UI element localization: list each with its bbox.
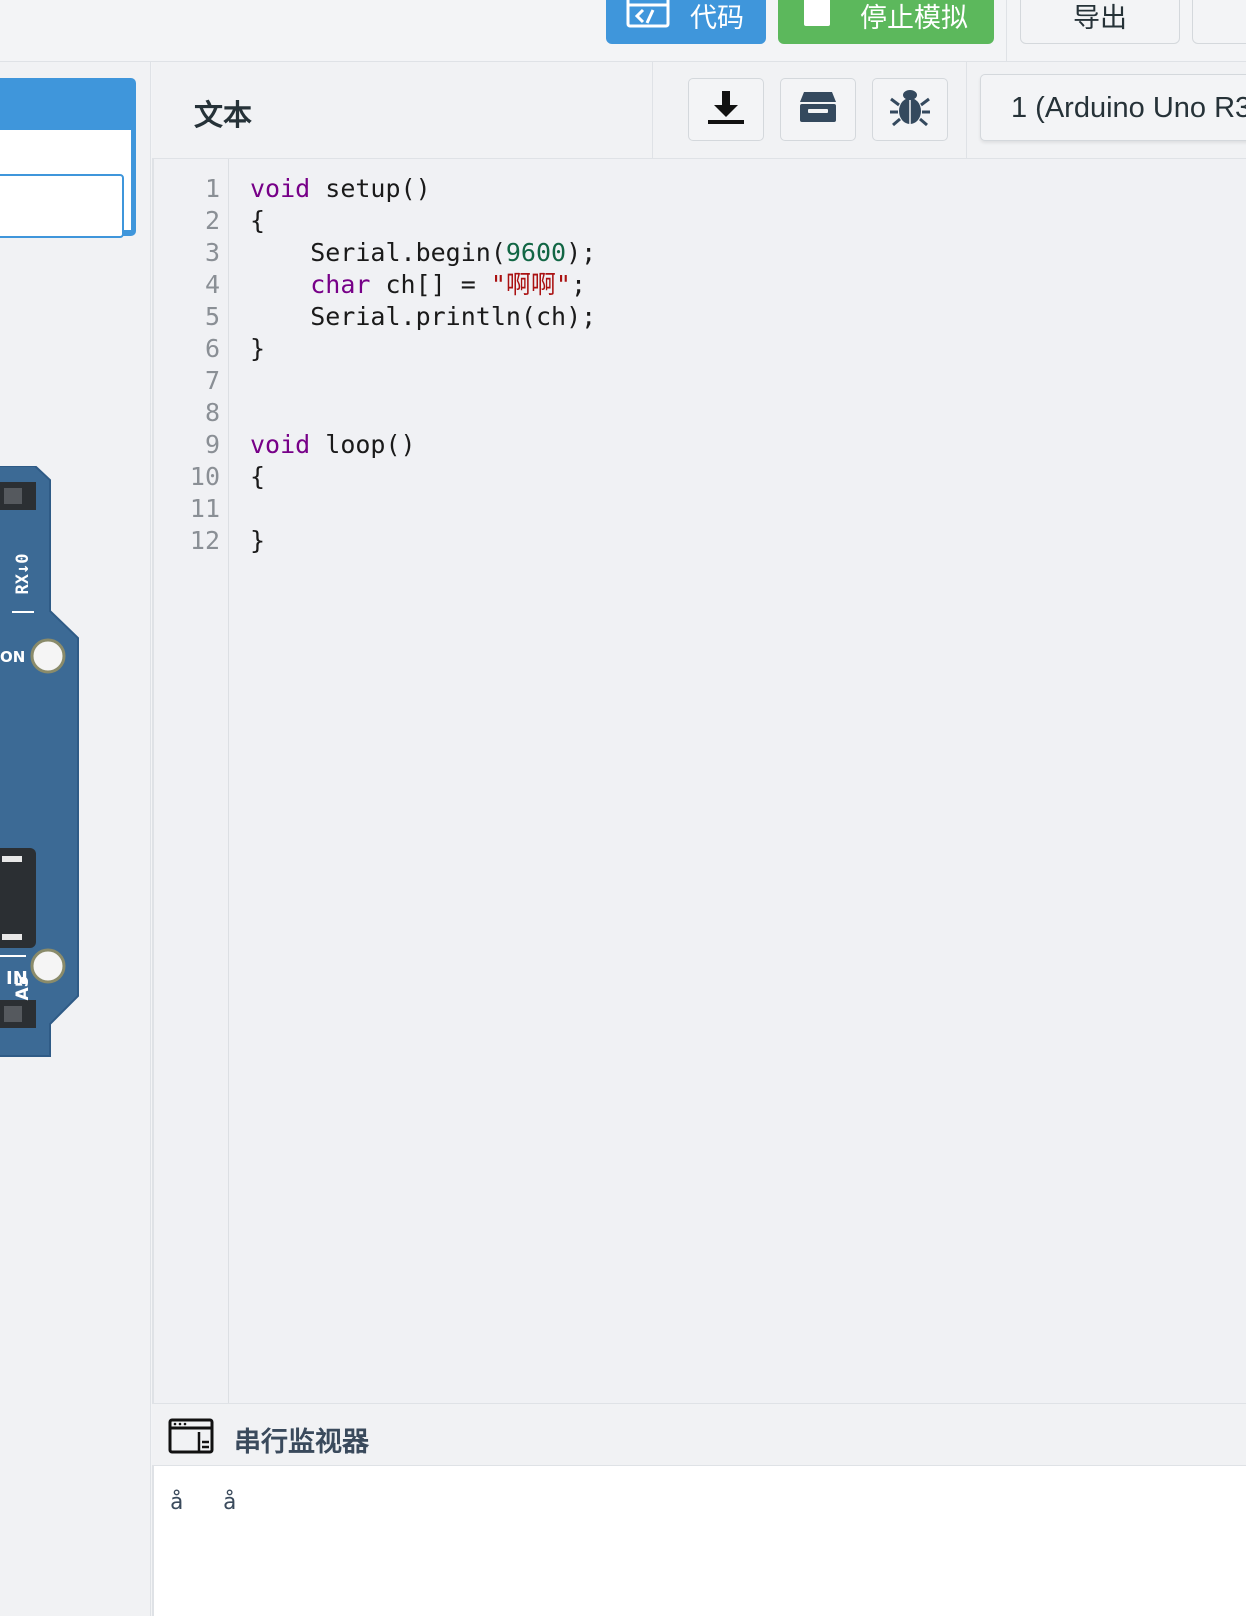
library-button[interactable]	[780, 78, 856, 141]
line-number: 1	[204, 174, 220, 203]
code-line: void setup()	[250, 174, 431, 203]
export-button-label: 导出	[1073, 2, 1127, 33]
code-line: char ch[] = "啊啊";	[310, 270, 587, 299]
on-label: ON	[0, 648, 25, 666]
serial-monitor-title: 串行监视器	[234, 1427, 369, 1457]
component-name-field[interactable]	[0, 174, 124, 238]
top-toolbar: 代码 停止模拟 导出	[0, 0, 1246, 62]
export-button[interactable]: 导出	[1020, 0, 1180, 44]
download-button[interactable]	[688, 78, 764, 141]
led-on	[30, 638, 66, 674]
code-button-label: 代码	[690, 2, 744, 33]
line-number: 10	[189, 462, 220, 491]
line-number: 2	[204, 206, 220, 235]
stop-simulation-label: 停止模拟	[860, 2, 968, 33]
download-icon	[706, 89, 746, 130]
code-line: void loop()	[250, 430, 416, 459]
device-select[interactable]: 1 (Arduino Uno R3)	[980, 74, 1246, 141]
component-card	[0, 78, 136, 238]
line-number: 11	[189, 494, 220, 523]
code-editor-header: 文本 1 (Arduino Uno R3)	[152, 62, 1246, 159]
code-line: Serial.begin(9600);	[250, 238, 597, 267]
line-number: 4	[204, 270, 220, 299]
stop-simulation-button[interactable]: 停止模拟	[778, 0, 994, 44]
code-text[interactable]: void setup() { Serial.begin(9600); char …	[250, 173, 596, 557]
arduino-board[interactable]: RX↓0 ON IN A5	[0, 466, 90, 1066]
archive-icon	[798, 90, 838, 129]
serial-output-text: å å	[170, 1490, 237, 1515]
code-line: }	[250, 334, 266, 363]
a5-label: A5	[13, 976, 33, 1001]
code-line: {	[250, 206, 266, 235]
circuit-panel: RX↓0 ON IN A5	[0, 62, 151, 1616]
code-editor[interactable]: 1 2 3 4 5 6 7 8 9 10 11 12 void setup() …	[152, 159, 1246, 1403]
editor-mode-label[interactable]: 文本	[194, 92, 252, 134]
code-line: }	[250, 526, 266, 555]
terminal-window-icon	[168, 1418, 214, 1459]
toolbar-divider	[1006, 0, 1007, 61]
line-number: 3	[204, 238, 220, 267]
debugger-button[interactable]	[872, 78, 948, 141]
share-button[interactable]	[1192, 0, 1246, 44]
code-line: Serial.println(ch);	[250, 302, 597, 331]
led-in	[30, 948, 66, 984]
code-button[interactable]: 代码	[606, 0, 766, 44]
line-number: 5	[204, 302, 220, 331]
serial-monitor-output: å å	[152, 1466, 1246, 1616]
line-number: 7	[204, 366, 220, 395]
code-icon	[626, 0, 670, 35]
line-number: 6	[204, 334, 220, 363]
serial-monitor-header[interactable]: 串行监视器	[152, 1403, 1246, 1466]
bug-icon	[890, 87, 930, 132]
line-number: 8	[204, 398, 220, 427]
line-number: 12	[189, 526, 220, 555]
stop-icon	[804, 0, 832, 35]
code-line: {	[250, 462, 266, 491]
line-number-gutter: 1 2 3 4 5 6 7 8 9 10 11 12	[154, 159, 229, 1403]
rx-label: RX↓0	[13, 554, 33, 595]
line-number: 9	[204, 430, 220, 459]
